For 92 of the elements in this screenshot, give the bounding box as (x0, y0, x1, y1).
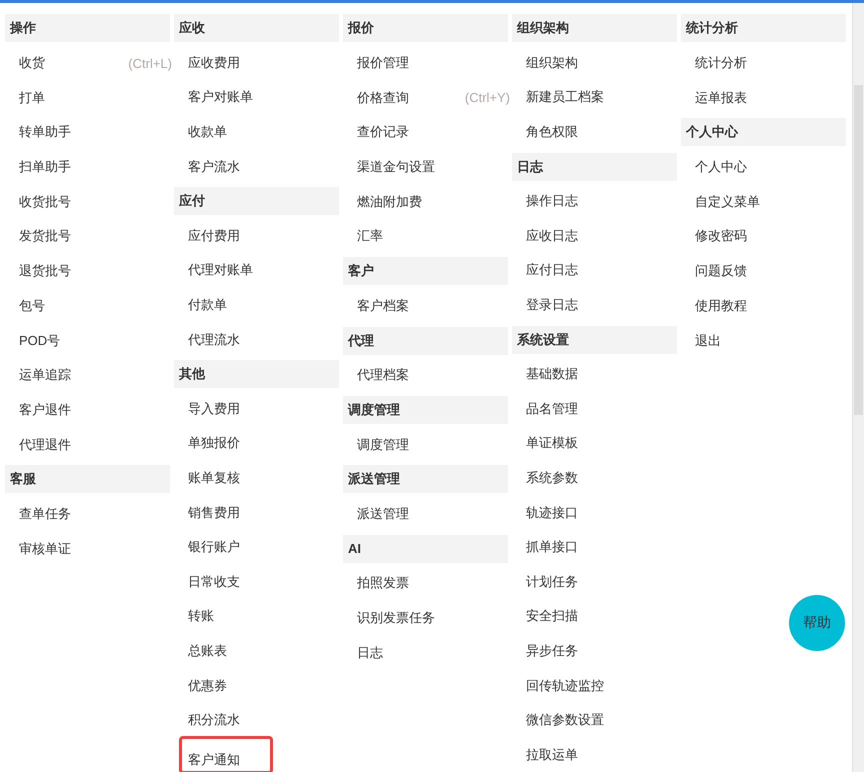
menu-item[interactable]: 运单追踪 (13, 360, 77, 390)
menu-item[interactable]: 客户对账单 (182, 82, 259, 112)
menu-item[interactable]: 退货批号 (13, 256, 77, 286)
section-header: AI (343, 534, 508, 563)
menu-item[interactable]: 异步任务 (520, 636, 584, 666)
section-header: 派送管理 (343, 465, 508, 494)
shortcut-hint: (Ctrl+L) (128, 56, 172, 71)
section-header: 统计分析 (681, 14, 846, 42)
menu-item[interactable]: 客户流水 (182, 152, 246, 182)
menu-item[interactable]: 新建员工档案 (520, 82, 610, 112)
menu-item[interactable]: 优惠券 (182, 670, 233, 701)
menu-item[interactable]: 收款单 (182, 117, 233, 148)
menu-item[interactable]: 运单报表 (689, 82, 753, 113)
menu-item[interactable]: 代理档案 (351, 360, 415, 390)
shortcut-hint: (Ctrl+Y) (464, 90, 510, 106)
menu-item[interactable]: 个人中心 (689, 152, 753, 182)
menu-item[interactable]: 使用教程 (689, 290, 753, 321)
menu-item[interactable]: 销售费用 (182, 498, 246, 528)
menu-item[interactable]: 账单复核 (182, 463, 246, 494)
menu-item[interactable]: 打单 (13, 82, 51, 113)
menu-item[interactable]: 客户通知 (179, 736, 273, 772)
menu-item[interactable]: 渠道金句设置 (351, 152, 441, 182)
menu-item[interactable]: POD号 (13, 326, 66, 356)
menu-item[interactable]: 日志 (351, 638, 389, 668)
menu-item[interactable]: 代理退件 (13, 430, 77, 460)
menu-item[interactable]: 计划任务 (520, 566, 584, 597)
section-header: 调度管理 (343, 396, 508, 424)
menu-item[interactable]: 积分流水 (182, 705, 246, 736)
menu-item[interactable]: 调度管理 (351, 430, 415, 460)
menu-item[interactable]: 日常收支 (182, 566, 246, 597)
menu-item[interactable]: 包号 (13, 290, 51, 321)
menu-item[interactable]: 组织架构 (520, 48, 584, 78)
menu-item[interactable]: 统计分析 (689, 48, 753, 78)
menu-item[interactable]: 汇率 (351, 221, 389, 252)
menu-item[interactable]: 客户退件 (13, 394, 77, 425)
section-header: 组织架构 (512, 14, 677, 42)
menu-item[interactable]: 问题反馈 (689, 256, 753, 286)
menu-item[interactable]: 查单任务 (13, 498, 77, 529)
menu-item[interactable]: 派送管理 (351, 498, 415, 529)
menu-item[interactable]: 发货批号 (13, 221, 77, 252)
menu-item[interactable]: 客户档案 (351, 290, 415, 321)
menu-item[interactable]: 安全扫描 (520, 601, 584, 632)
menu-item[interactable]: 自定义菜单 (689, 186, 766, 217)
section-header: 客户 (343, 257, 508, 286)
menu-item[interactable]: 轨迹接口 (520, 498, 584, 528)
menu-item[interactable]: 燃油附加费 (351, 186, 428, 217)
menu-item[interactable]: 回传轨迹监控 (520, 670, 610, 701)
menu-item[interactable]: 查价记录 (351, 117, 415, 148)
menu-item[interactable]: 报价管理 (351, 48, 415, 78)
menu-item[interactable]: 微信参数设置 (520, 705, 610, 736)
menu-item[interactable]: 退出 (689, 326, 727, 356)
menu-item[interactable]: 导入费用 (182, 394, 246, 424)
section-header: 应付 (174, 187, 339, 216)
menu-item[interactable]: 单证模板 (520, 428, 584, 458)
menu-item[interactable]: 收货批号 (13, 186, 77, 217)
menu-item[interactable]: 代理流水 (182, 324, 246, 355)
menu-item[interactable]: 系统参数 (520, 463, 584, 494)
section-header: 其他 (174, 360, 339, 388)
section-header: 应收 (174, 14, 339, 42)
menu-item[interactable]: 单独报价 (182, 428, 246, 458)
menu-item[interactable]: 银行账户 (182, 532, 246, 562)
menu-item[interactable]: 审核单证 (13, 534, 77, 564)
menu-item[interactable]: 操作日志 (520, 186, 584, 216)
scrollbar[interactable] (853, 3, 864, 772)
menu-item[interactable]: 品名管理 (520, 394, 584, 424)
menu-item[interactable]: 收货 (13, 48, 51, 78)
section-header: 个人中心 (681, 118, 846, 146)
menu-item[interactable]: 价格查询 (351, 82, 415, 113)
menu-item[interactable]: 代理对账单 (182, 255, 259, 286)
menu-item[interactable]: 应收日志 (520, 220, 584, 251)
menu-item[interactable]: 总账表 (182, 636, 233, 666)
section-header: 日志 (512, 152, 677, 181)
menu-item[interactable]: 付款单 (182, 290, 233, 320)
menu-item[interactable]: 登录日志 (520, 290, 584, 320)
menu-item[interactable]: 应收费用 (182, 48, 246, 78)
section-header: 代理 (343, 326, 508, 355)
menu-item[interactable]: 拍照发票 (351, 568, 415, 598)
menu-item[interactable]: 修改密码 (689, 221, 753, 252)
menu-item[interactable]: 抓单接口 (520, 532, 584, 562)
menu-item[interactable]: 应付日志 (520, 255, 584, 286)
section-header: 报价 (343, 14, 508, 42)
section-header: 客服 (5, 465, 170, 494)
menu-item[interactable]: 拉取运单 (520, 740, 584, 770)
menu-item[interactable]: 应付费用 (182, 220, 246, 251)
menu-item[interactable]: 基础数据 (520, 359, 584, 390)
menu-item[interactable]: 识别发票任务 (351, 603, 441, 634)
menu-item[interactable]: 转单助手 (13, 117, 77, 148)
menu-item[interactable]: 扫单助手 (13, 152, 77, 182)
menu-item[interactable]: 角色权限 (520, 117, 584, 148)
menu-item[interactable]: 转账 (182, 601, 220, 632)
section-header: 操作 (5, 14, 170, 42)
section-header: 系统设置 (512, 326, 677, 354)
